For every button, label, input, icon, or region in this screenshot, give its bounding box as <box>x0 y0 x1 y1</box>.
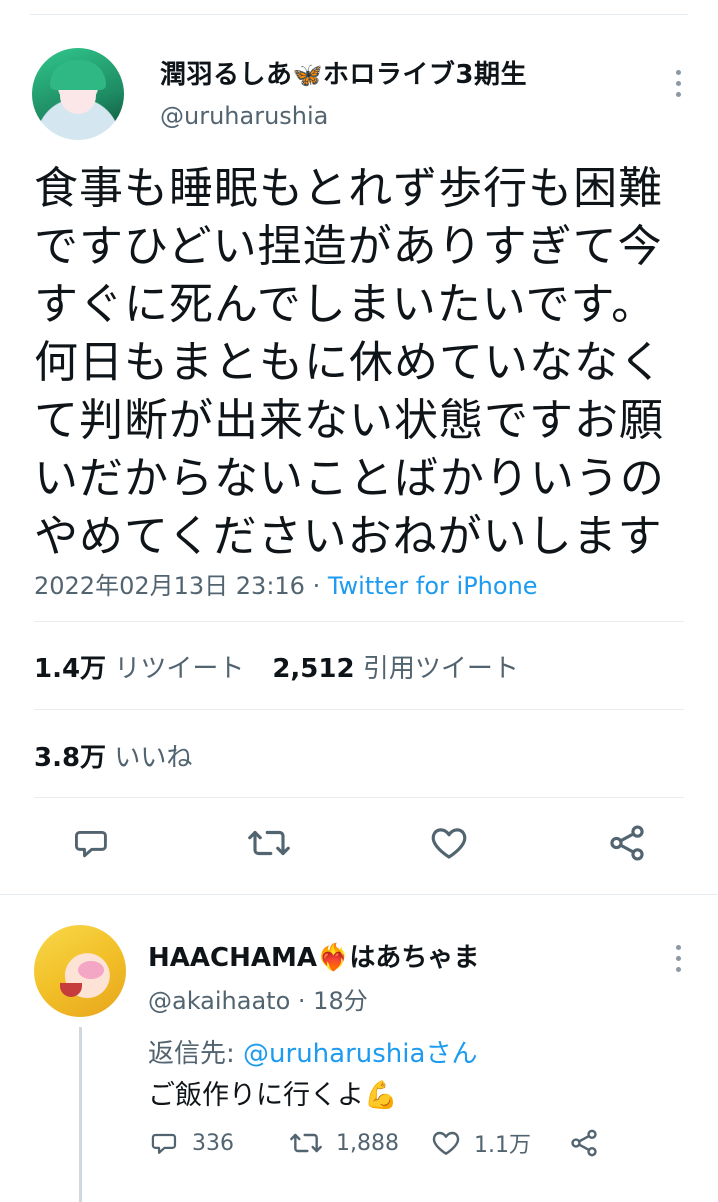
reply-retweet-button[interactable]: 1,888 <box>288 1127 399 1159</box>
likes-stat[interactable]: 3.8万 いいね <box>34 743 192 773</box>
butterfly-emoji: 🦋 <box>292 61 323 89</box>
likes-label: いいね <box>114 743 193 773</box>
tweet-timestamp[interactable]: 2022年02月13日 23:16 <box>34 572 305 600</box>
meta-separator: · <box>304 572 328 600</box>
quotes-count: 2,512 <box>272 654 355 684</box>
reply-handle-row: @akaihaato · 18分 <box>148 981 368 1016</box>
more-vertical-icon[interactable] <box>676 945 682 978</box>
divider <box>34 797 684 798</box>
likes-stats: 3.8万 いいね <box>34 737 192 774</box>
user-handle[interactable]: @uruharushia <box>160 102 328 130</box>
retweet-count: 1,888 <box>336 1130 399 1156</box>
mention-suffix: さん <box>425 1039 478 1069</box>
retweets-label: リツイート <box>114 654 245 684</box>
main-tweet: 潤羽るしあ🦋ホロライブ3期生 @uruharushia 食事も睡眠もとれず歩行も… <box>0 0 718 895</box>
like-count: 1.1万 <box>474 1133 531 1158</box>
tweet-text: 食事も睡眠もとれず歩行も困難ですひどい捏造がありすぎて今すぐに死んでしまいたいで… <box>34 163 665 562</box>
reply-reply-button[interactable]: 336 <box>148 1127 234 1159</box>
reply-icon[interactable] <box>70 822 112 864</box>
tweet-source[interactable]: Twitter for iPhone <box>328 572 538 600</box>
reply-text-body: ご飯作りに行くよ <box>148 1080 364 1111</box>
retweet-icon <box>290 1133 322 1153</box>
reply-text: ご飯作りに行くよ💪 <box>148 1073 398 1112</box>
tweet-actions <box>0 822 718 874</box>
reply-share-button[interactable] <box>568 1127 600 1159</box>
reply-avatar[interactable] <box>34 925 126 1017</box>
avatar[interactable] <box>32 48 124 140</box>
replying-to-mention[interactable]: @uruharushiaさん <box>243 1039 477 1069</box>
share-icon <box>571 1129 597 1157</box>
replying-to: 返信先: @uruharushiaさん <box>148 1033 477 1070</box>
divider <box>34 709 684 710</box>
muscle-emoji: 💪 <box>364 1080 398 1111</box>
mention-handle: @uruharushia <box>243 1039 426 1069</box>
retweet-icon[interactable] <box>246 822 292 864</box>
reply-display-name-suffix: はあちゃま <box>349 943 480 973</box>
display-name[interactable]: 潤羽るしあ🦋ホロライブ3期生 <box>160 54 527 91</box>
display-name-text: 潤羽るしあ <box>160 60 293 90</box>
reply-handle[interactable]: @akaihaato <box>148 987 290 1015</box>
display-name-suffix: ホロライブ3期生 <box>322 60 527 90</box>
thread-line <box>79 1027 82 1202</box>
heart-fire-emoji: ❤️‍🔥 <box>316 943 350 973</box>
reply-icon <box>151 1133 177 1154</box>
retweets-count: 1.4万 <box>34 654 107 684</box>
heart-icon[interactable] <box>428 822 470 864</box>
tweet-meta: 2022年02月13日 23:16 · Twitter for iPhone <box>34 566 538 601</box>
reply-like-button[interactable]: 1.1万 <box>430 1127 531 1159</box>
share-icon[interactable] <box>606 822 648 864</box>
divider <box>34 621 684 622</box>
heart-icon <box>432 1131 460 1155</box>
retweet-quote-stats: 1.4万 リツイート 2,512 引用ツイート <box>34 648 519 685</box>
quotes-label: 引用ツイート <box>362 654 519 684</box>
reply-display-name[interactable]: HAACHAMA❤️‍🔥はあちゃま <box>148 937 479 974</box>
more-vertical-icon[interactable] <box>676 70 682 103</box>
retweets-stat[interactable]: 1.4万 リツイート <box>34 654 244 684</box>
replying-to-prefix: 返信先: <box>148 1039 244 1069</box>
reply-tweet[interactable]: HAACHAMA❤️‍🔥はあちゃま @akaihaato · 18分 返信先: … <box>0 895 718 1202</box>
reply-actions: 336 1,888 1.1万 <box>148 1127 648 1167</box>
reply-count: 336 <box>192 1130 234 1156</box>
quotes-stat[interactable]: 2,512 引用ツイート <box>272 654 519 684</box>
reply-time[interactable]: · 18分 <box>290 987 368 1015</box>
reply-display-name-text: HAACHAMA <box>148 943 317 973</box>
likes-count: 3.8万 <box>34 743 107 773</box>
